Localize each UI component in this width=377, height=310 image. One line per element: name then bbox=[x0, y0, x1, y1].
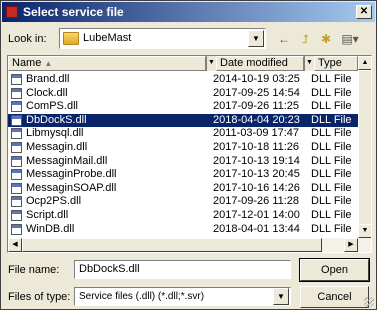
dll-file-icon bbox=[11, 128, 22, 140]
file-name: Clock.dll bbox=[26, 86, 68, 99]
file-date: 2018-04-01 13:44 bbox=[213, 222, 300, 235]
file-row[interactable]: Script.dll 2017-12-01 14:00 DLL File bbox=[8, 209, 358, 222]
file-row[interactable]: Messagin.dll 2017-10-18 11:26 DLL File bbox=[8, 141, 358, 154]
scroll-left-icon[interactable]: ◀ bbox=[8, 238, 22, 252]
file-date: 2017-10-18 11:26 bbox=[213, 141, 300, 153]
resize-grip-icon[interactable] bbox=[364, 297, 374, 307]
chevron-down-icon[interactable]: ▼ bbox=[248, 30, 264, 47]
up-folder-icon[interactable]: ⮥ bbox=[295, 30, 315, 48]
scroll-up-icon[interactable]: ▲ bbox=[358, 56, 371, 70]
file-date: 2017-10-13 20:45 bbox=[213, 168, 300, 181]
file-date: 2017-09-25 14:54 bbox=[213, 86, 300, 99]
file-date: 2017-10-16 14:26 bbox=[213, 181, 300, 194]
file-row[interactable]: Libmysql.dll 2011-03-09 17:47 DLL File bbox=[8, 127, 358, 140]
file-type: DLL File bbox=[311, 141, 352, 153]
dll-file-icon bbox=[11, 114, 22, 126]
app-icon bbox=[6, 6, 18, 18]
file-row[interactable]: Clock.dll 2017-09-25 14:54 DLL File bbox=[8, 87, 358, 100]
dialog-title: Select service file bbox=[23, 5, 124, 19]
look-in-dropdown[interactable]: LubeMast ▼ bbox=[59, 28, 266, 49]
column-header-type[interactable]: Type bbox=[314, 56, 358, 71]
column-date-filter-icon[interactable]: ▼ bbox=[304, 56, 314, 71]
file-name: MessaginSOAP.dll bbox=[26, 181, 117, 194]
column-header-name[interactable]: Name ▲ bbox=[8, 56, 206, 71]
folder-icon bbox=[63, 32, 79, 45]
close-button[interactable]: ✕ bbox=[356, 5, 372, 19]
file-name: Messagin.dll bbox=[26, 141, 88, 153]
file-date: 2017-09-26 11:25 bbox=[213, 100, 300, 113]
new-folder-icon[interactable]: ✱ bbox=[316, 30, 336, 48]
scroll-down-icon[interactable]: ▼ bbox=[358, 224, 371, 238]
file-date: 2017-12-01 14:00 bbox=[213, 209, 300, 221]
dll-file-icon bbox=[11, 74, 22, 85]
file-date: 2011-03-09 17:47 bbox=[213, 127, 300, 140]
file-type: DLL File bbox=[311, 181, 352, 194]
file-date: 2018-04-04 20:23 bbox=[213, 113, 300, 126]
column-name-filter-icon[interactable]: ▼ bbox=[206, 56, 216, 71]
file-row[interactable]: Ocp2PS.dll 2017-09-26 11:28 DLL File bbox=[8, 195, 358, 208]
dll-file-icon bbox=[11, 182, 22, 194]
file-type: DLL File bbox=[311, 168, 352, 181]
file-row[interactable]: Brand.dll 2014-10-19 03:25 DLL File bbox=[8, 73, 358, 86]
file-date: 2017-10-13 19:14 bbox=[213, 154, 300, 167]
column-header-date[interactable]: Date modified bbox=[216, 56, 304, 71]
dll-file-icon bbox=[11, 196, 22, 208]
file-name: MessaginMail.dll bbox=[26, 154, 108, 167]
file-type: DLL File bbox=[311, 73, 352, 85]
file-row[interactable]: ComPS.dll 2017-09-26 11:25 DLL File bbox=[8, 100, 358, 113]
file-type: DLL File bbox=[311, 209, 352, 221]
file-date: 2017-09-26 11:28 bbox=[213, 195, 300, 208]
horizontal-scrollbar[interactable]: ◀ ▶ bbox=[8, 238, 371, 252]
file-row[interactable]: DbDockS.dll 2018-04-04 20:23 DLL File bbox=[8, 113, 358, 127]
file-name: Ocp2PS.dll bbox=[26, 195, 82, 208]
file-type: DLL File bbox=[311, 127, 352, 140]
file-type-chevron-icon[interactable]: ▼ bbox=[273, 288, 289, 305]
file-type: DLL File bbox=[311, 113, 352, 126]
view-menu-icon[interactable]: ▤▾ bbox=[337, 30, 363, 48]
file-name-input[interactable]: DbDockS.dll bbox=[74, 260, 291, 279]
horizontal-scroll-thumb[interactable] bbox=[22, 238, 322, 252]
vertical-scroll-thumb[interactable] bbox=[358, 70, 371, 230]
file-row[interactable]: WinDB.dll 2018-04-01 13:44 DLL File bbox=[8, 223, 358, 236]
file-name: MessaginProbe.dll bbox=[26, 168, 117, 181]
select-service-file-dialog: Select service file ✕ Look in: LubeMast … bbox=[0, 0, 377, 310]
file-type-value: Service files (.dll) (*.dll;*.svr) bbox=[79, 291, 205, 302]
dll-file-icon bbox=[11, 223, 22, 235]
scroll-right-icon[interactable]: ▶ bbox=[344, 238, 358, 252]
file-list[interactable]: Name ▲ ▼ Date modified ▼ Type Brand.dll 2… bbox=[7, 55, 372, 253]
file-type: DLL File bbox=[311, 154, 352, 167]
file-name: WinDB.dll bbox=[26, 222, 75, 235]
file-type: DLL File bbox=[311, 222, 352, 235]
file-type: DLL File bbox=[311, 86, 352, 99]
cancel-button[interactable]: Cancel bbox=[300, 286, 369, 308]
file-name: Brand.dll bbox=[26, 73, 70, 85]
dll-file-icon bbox=[11, 210, 22, 221]
file-type: DLL File bbox=[311, 100, 352, 113]
vertical-scrollbar[interactable]: ▲ ▼ bbox=[358, 56, 371, 238]
title-bar[interactable]: Select service file ✕ bbox=[2, 2, 375, 22]
file-row[interactable]: MessaginSOAP.dll 2017-10-16 14:26 DLL File bbox=[8, 182, 358, 195]
open-button[interactable]: Open bbox=[299, 258, 370, 282]
look-in-label: Look in: bbox=[8, 33, 47, 45]
file-type: DLL File bbox=[311, 195, 352, 208]
dll-file-icon bbox=[11, 142, 22, 153]
file-name-label: File name: bbox=[8, 264, 60, 276]
back-arrow-icon[interactable]: ← bbox=[274, 30, 294, 48]
file-name: ComPS.dll bbox=[26, 100, 78, 113]
file-name: DbDockS.dll bbox=[26, 113, 87, 126]
file-name: Script.dll bbox=[26, 209, 69, 221]
dll-file-icon bbox=[11, 169, 22, 181]
file-name: Libmysql.dll bbox=[26, 127, 84, 140]
file-row[interactable]: MessaginMail.dll 2017-10-13 19:14 DLL File bbox=[8, 155, 358, 168]
file-row[interactable]: MessaginProbe.dll 2017-10-13 20:45 DLL Fil… bbox=[8, 168, 358, 181]
dll-file-icon bbox=[11, 87, 22, 99]
file-date: 2014-10-19 03:25 bbox=[213, 73, 300, 85]
file-type-dropdown[interactable]: Service files (.dll) (*.dll;*.svr) ▼ bbox=[74, 287, 291, 306]
file-type-label: Files of type: bbox=[8, 291, 71, 303]
look-in-value: LubeMast bbox=[83, 32, 132, 44]
sort-up-icon: ▲ bbox=[44, 59, 53, 68]
dll-file-icon bbox=[11, 101, 22, 113]
dll-file-icon bbox=[11, 155, 22, 167]
